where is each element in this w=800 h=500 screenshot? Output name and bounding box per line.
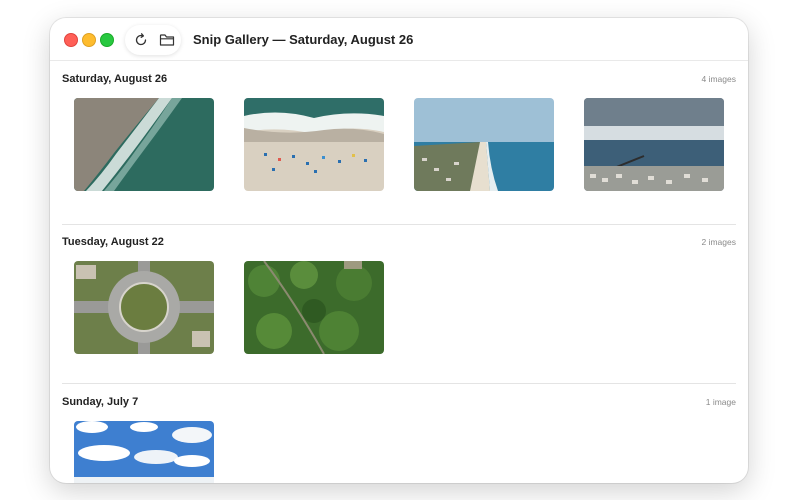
- image-thumbnail[interactable]: [74, 421, 214, 483]
- refresh-icon: [135, 33, 147, 46]
- image-thumbnail[interactable]: [244, 98, 384, 191]
- gallery-window: Snip Gallery — Saturday, August 26 Satur…: [50, 18, 748, 483]
- forest-canopy-aerial: [244, 261, 384, 354]
- date-section: Tuesday, August 22 2 images: [62, 225, 736, 384]
- section-date-title: Saturday, August 26: [62, 73, 168, 85]
- blue-sky-clouds: [74, 421, 214, 483]
- pier-under-storm-clouds: [584, 98, 724, 191]
- date-section: Saturday, August 26 4 images: [62, 61, 736, 225]
- toolbar-button-group: [125, 25, 181, 55]
- open-folder-button[interactable]: [157, 30, 177, 50]
- aerial-beach-umbrellas: [244, 98, 384, 191]
- coastal-town-aerial: [414, 98, 554, 191]
- refresh-button[interactable]: [131, 30, 151, 50]
- close-button[interactable]: [64, 33, 78, 47]
- gallery-content: Saturday, August 26 4 images Tuesday, Au…: [50, 61, 748, 483]
- title-bar: Snip Gallery — Saturday, August 26: [50, 18, 748, 61]
- folder-icon: [159, 34, 175, 46]
- section-date-title: Sunday, July 7: [62, 396, 139, 408]
- date-section: Sunday, July 7 1 image: [62, 384, 736, 483]
- image-thumbnail[interactable]: [414, 98, 554, 191]
- image-thumbnail[interactable]: [74, 98, 214, 191]
- window-title: Snip Gallery — Saturday, August 26: [193, 32, 414, 47]
- section-image-count: 2 images: [701, 237, 737, 247]
- section-date-title: Tuesday, August 22: [62, 236, 164, 248]
- aerial-surf-shoreline: [74, 98, 214, 191]
- section-image-count: 4 images: [701, 74, 737, 84]
- image-thumbnail[interactable]: [74, 261, 214, 354]
- zoom-button[interactable]: [100, 33, 114, 47]
- image-thumbnail[interactable]: [244, 261, 384, 354]
- minimize-button[interactable]: [82, 33, 96, 47]
- image-thumbnail[interactable]: [584, 98, 724, 191]
- section-image-count: 1 image: [705, 397, 736, 407]
- roundabout-aerial: [74, 261, 214, 354]
